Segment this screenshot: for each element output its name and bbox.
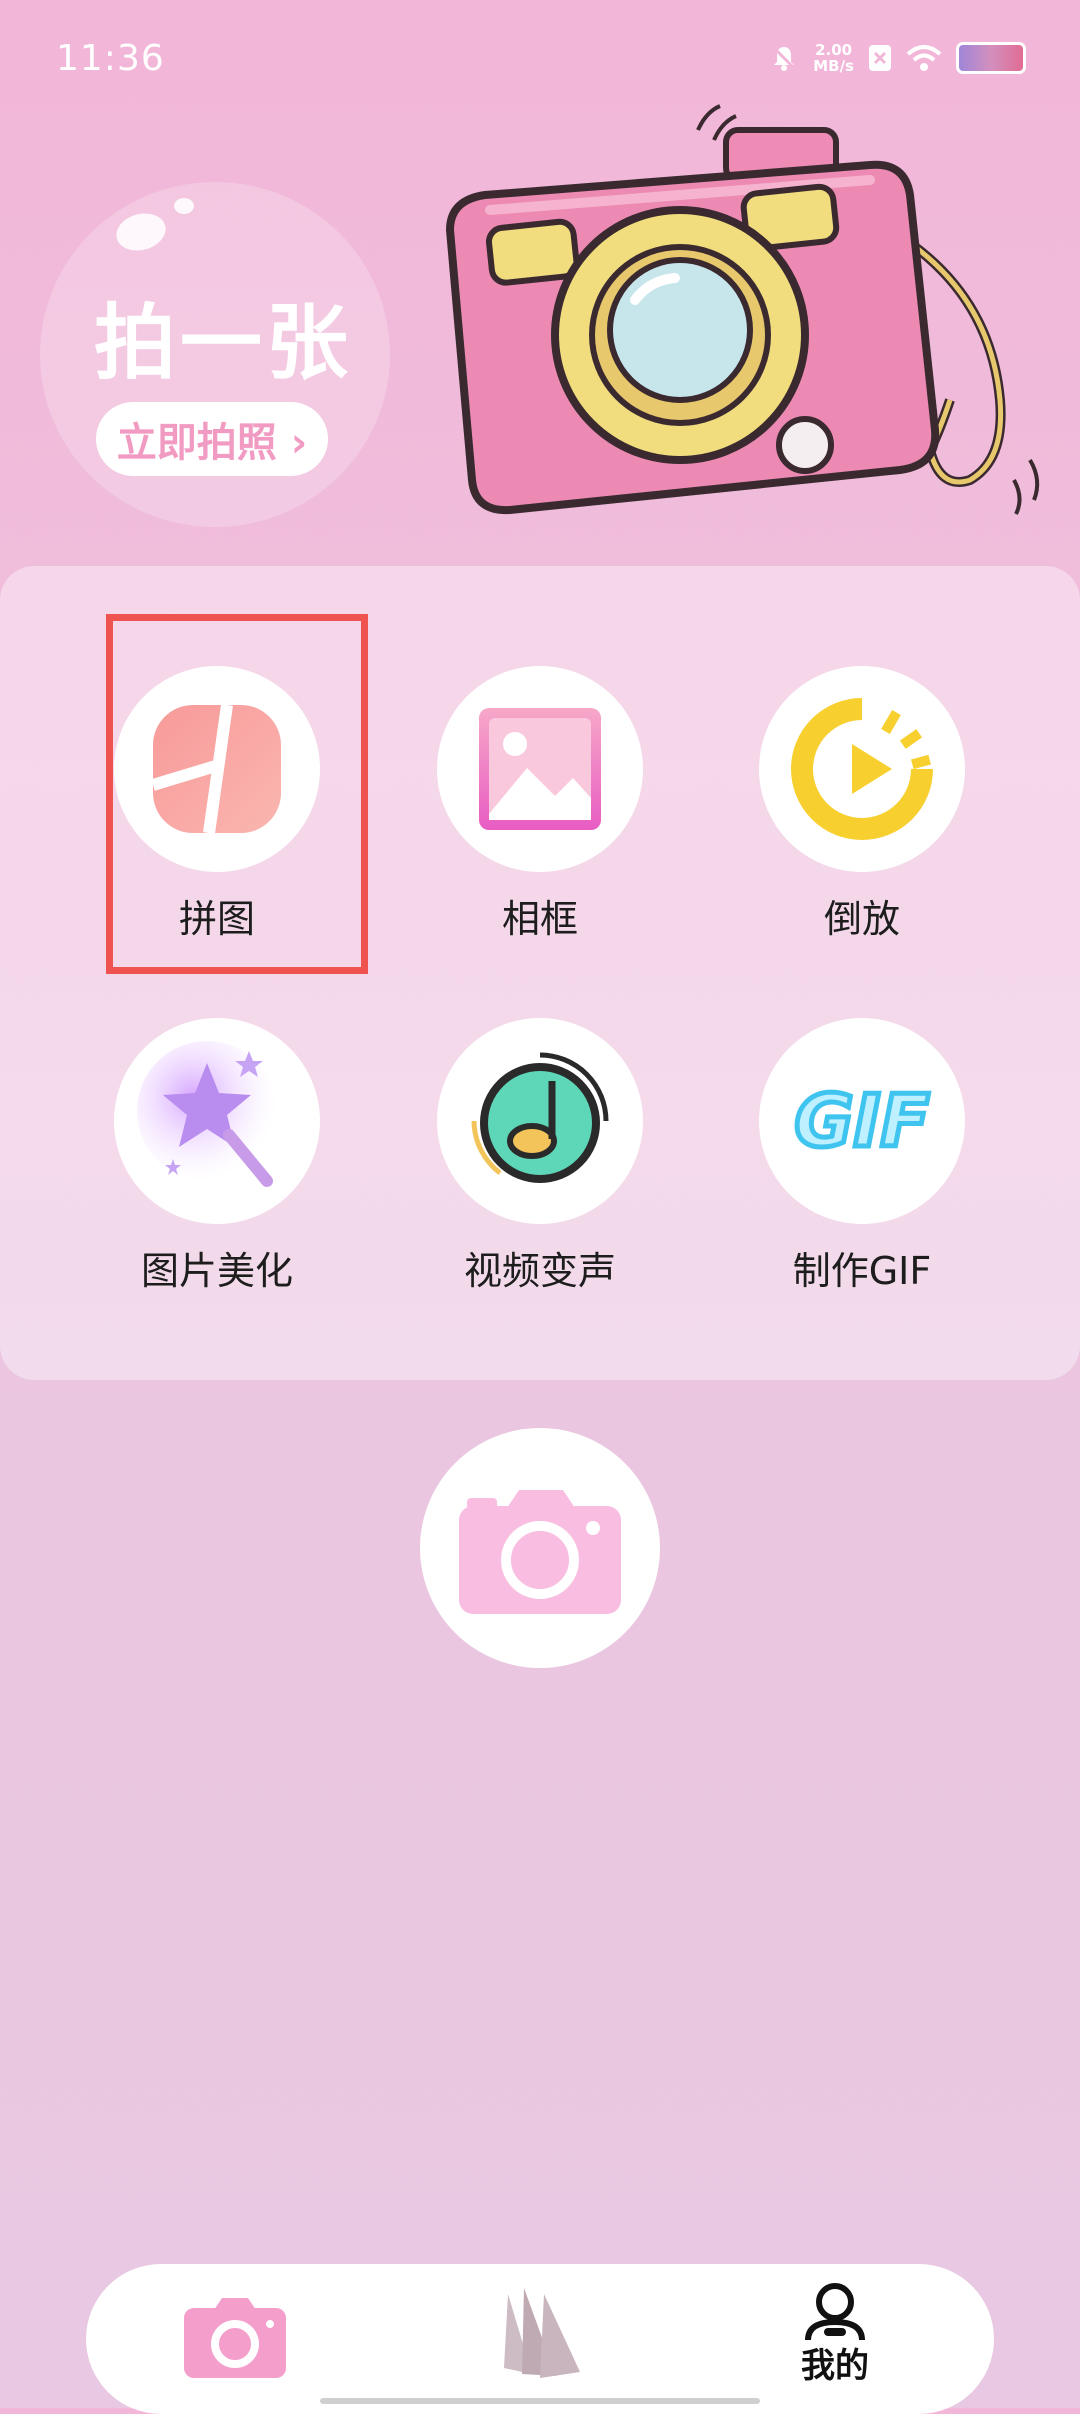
frame-icon [479, 708, 601, 830]
hero-title: 拍一张 [94, 296, 353, 391]
nav-gallery[interactable] [484, 2282, 594, 2382]
reverse-icon-circle [759, 666, 965, 872]
camera-illustration [445, 104, 1040, 515]
camera-icon [459, 1490, 621, 1614]
feature-label: 相框 [501, 897, 578, 941]
user-icon [805, 2283, 865, 2341]
wifi-icon [906, 45, 942, 71]
mute-bell-icon [772, 45, 797, 71]
reverse-play-icon [791, 698, 933, 840]
feature-frame[interactable]: 相框 [430, 666, 650, 943]
music-note-icon [471, 1052, 609, 1183]
feature-label: 图片美化 [140, 1249, 293, 1293]
feature-label: 制作GIF [792, 1249, 932, 1293]
selection-highlight [106, 614, 368, 974]
net-speed: 2.00 MB/s [813, 42, 854, 74]
gif-icon: GIF [792, 1077, 932, 1166]
status-icons: 2.00 MB/s [769, 42, 1026, 74]
battery-icon [956, 42, 1026, 74]
bubble-highlight-small [174, 198, 194, 214]
voice-change-icon-circle [437, 1018, 643, 1224]
net-speed-unit: MB/s [813, 57, 854, 75]
sim-icon [869, 45, 891, 71]
home-indicator[interactable] [320, 2398, 760, 2404]
feature-voice-change[interactable]: 视频变声 [430, 1018, 650, 1295]
gif-icon-circle: GIF [759, 1018, 965, 1224]
album-icon [504, 2288, 580, 2378]
nav-mine[interactable]: 我的 [800, 2282, 870, 2387]
feature-label: 视频变声 [463, 1249, 616, 1293]
feature-reverse[interactable]: 倒放 [752, 666, 972, 943]
magic-wand-icon [137, 1041, 277, 1187]
svg-text:GIF: GIF [794, 1079, 929, 1163]
feature-label: 倒放 [823, 897, 900, 941]
feature-make-gif[interactable]: GIF 制作GIF [752, 1018, 972, 1295]
feature-beautify[interactable]: 图片美化 [107, 1018, 327, 1295]
take-photo-button[interactable]: 立即拍照 › [96, 402, 328, 476]
camera-button[interactable] [420, 1428, 660, 1668]
frame-icon-circle [437, 666, 643, 872]
camera-icon [184, 2298, 286, 2378]
nav-mine-label: 我的 [801, 2346, 869, 2386]
nav-camera[interactable] [180, 2296, 290, 2380]
status-time: 11:36 [56, 38, 165, 79]
net-speed-value: 2.00 [815, 41, 853, 59]
beautify-icon-circle [114, 1018, 320, 1224]
